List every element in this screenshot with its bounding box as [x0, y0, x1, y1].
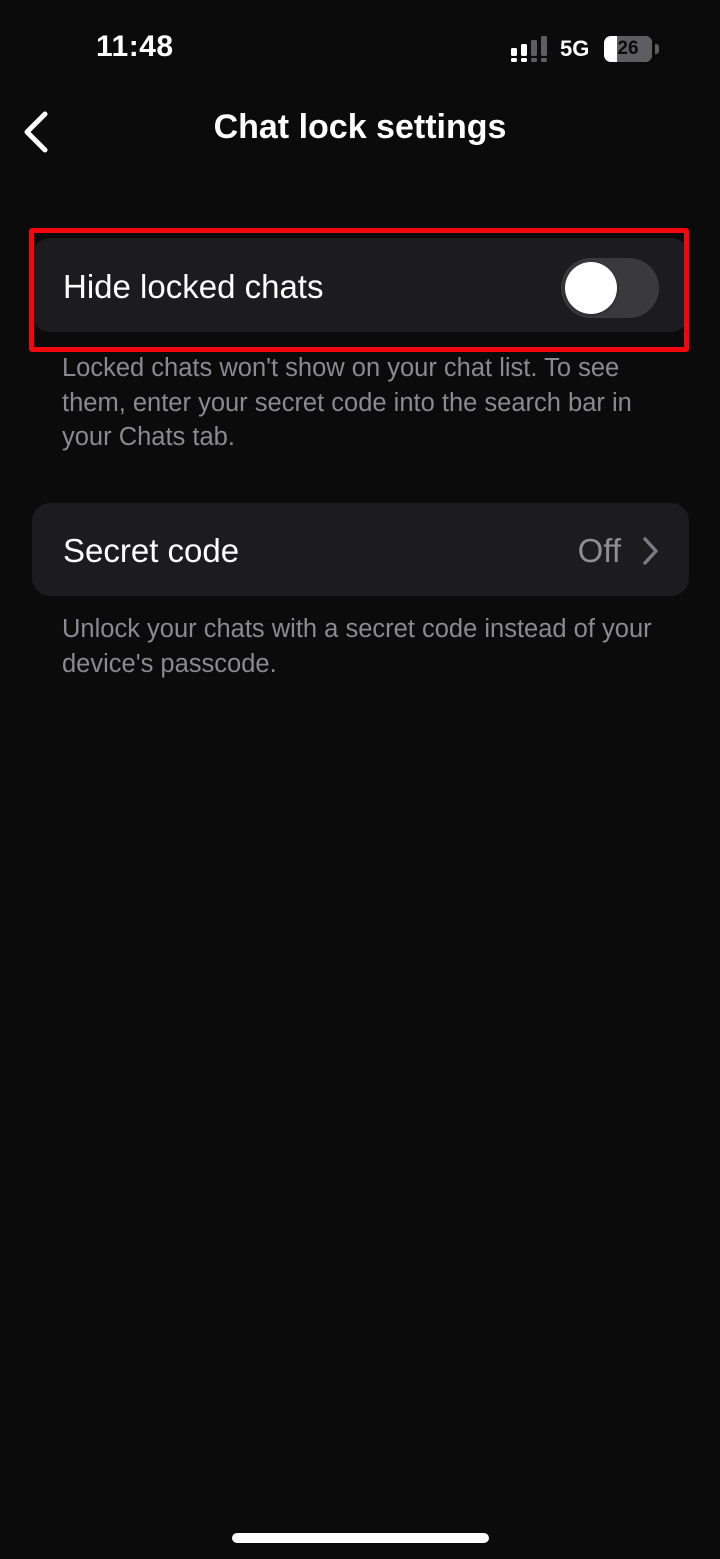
- home-indicator[interactable]: [232, 1533, 489, 1543]
- secret-code-label: Secret code: [63, 532, 240, 569]
- hide-locked-chats-label: Hide locked chats: [63, 268, 324, 305]
- page-title: Chat lock settings: [213, 108, 507, 146]
- status-time: 11:48: [96, 30, 174, 63]
- signal-bars-icon: [511, 36, 547, 62]
- secret-code-value: Off: [577, 532, 621, 569]
- hide-locked-chats-description: Locked chats won't show on your chat lis…: [62, 354, 632, 451]
- hide-locked-chats-toggle[interactable]: [561, 258, 659, 318]
- battery-icon: 26: [604, 36, 660, 62]
- hide-locked-chats-row: Hide locked chats: [32, 238, 689, 332]
- battery-level: 26: [617, 38, 639, 59]
- toggle-knob: [565, 262, 617, 314]
- status-bar: 11:48 5G 26: [0, 0, 720, 100]
- chevron-right-icon: [643, 537, 658, 565]
- secret-code-description: Unlock your chats with a secret code ins…: [62, 615, 652, 678]
- secret-code-row[interactable]: Secret code Off: [32, 503, 689, 596]
- network-type: 5G: [560, 36, 590, 61]
